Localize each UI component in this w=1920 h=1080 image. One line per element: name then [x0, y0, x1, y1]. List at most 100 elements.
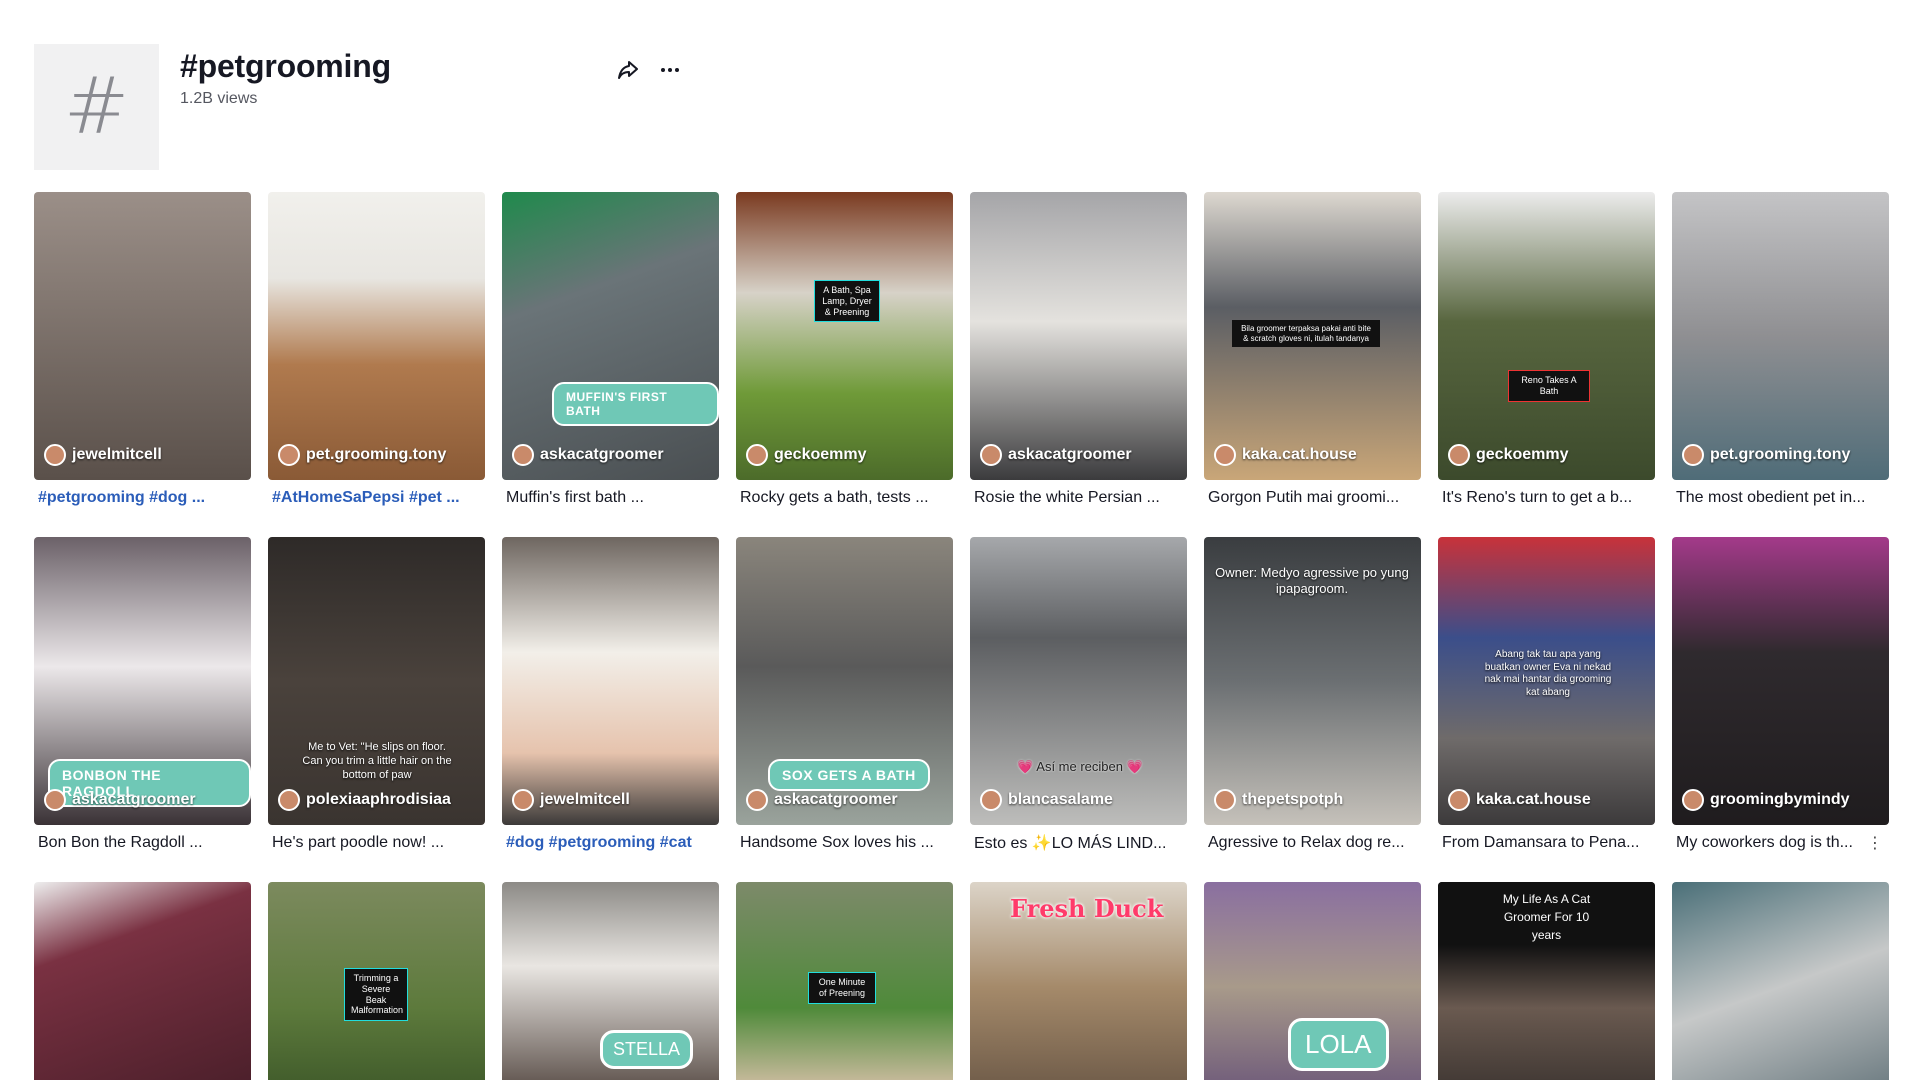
video-card[interactable]: [1672, 882, 1889, 1080]
hashtag-glyph-icon: #: [63, 62, 130, 152]
video-caption[interactable]: #dog #petgrooming #cat: [502, 825, 719, 860]
video-caption[interactable]: Esto es ✨LO MÁS LIND...: [970, 825, 1187, 860]
video-card[interactable]: MUFFIN'S FIRST BATH askacatgroomer Muffi…: [502, 192, 719, 515]
video-thumbnail[interactable]: pet.grooming.tony: [1672, 192, 1889, 480]
video-caption[interactable]: Gorgon Putih mai groomi...: [1204, 480, 1421, 515]
video-thumbnail[interactable]: A Bath, Spa Lamp, Dryer & Preening gecko…: [736, 192, 953, 480]
author-link[interactable]: kaka.cat.house: [1214, 444, 1357, 466]
video-thumbnail[interactable]: One Minute of Preening: [736, 882, 953, 1080]
video-thumbnail[interactable]: Fresh Duck: [970, 882, 1187, 1080]
video-overlay-label: Owner: Medyo agressive po yung ipapagroo…: [1215, 565, 1409, 597]
more-options-button[interactable]: [654, 54, 686, 86]
video-card[interactable]: jewelmitcell #dog #petgrooming #cat: [502, 537, 719, 860]
video-overlay-label: MUFFIN'S FIRST BATH: [552, 382, 719, 426]
video-overlay-label: Abang tak tau apa yang buatkan owner Eva…: [1484, 649, 1612, 698]
video-card[interactable]: pet.grooming.tony #AtHomeSaPepsi #pet ..…: [268, 192, 485, 515]
video-caption[interactable]: The most obedient pet in...: [1672, 480, 1889, 515]
video-overlay-label: SOX GETS A BATH: [768, 759, 930, 791]
author-link[interactable]: blancasalame: [980, 789, 1113, 811]
video-caption[interactable]: Rosie the white Persian ...: [970, 480, 1187, 515]
video-thumbnail[interactable]: Me to Vet: "He slips on floor. Can you t…: [268, 537, 485, 825]
video-thumbnail[interactable]: groomingbymindy: [1672, 537, 1889, 825]
video-caption[interactable]: He's part poodle now! ...: [268, 825, 485, 860]
video-grid: jewelmitcell #petgrooming #dog ... pet.g…: [34, 192, 1889, 1080]
video-caption[interactable]: Rocky gets a bath, tests ...: [736, 480, 953, 515]
video-card[interactable]: jewelmitcell #petgrooming #dog ...: [34, 192, 251, 515]
video-thumbnail[interactable]: LOLA: [1204, 882, 1421, 1080]
author-link[interactable]: jewelmitcell: [44, 444, 162, 466]
video-card[interactable]: SOX GETS A BATH askacatgroomer Handsome …: [736, 537, 953, 860]
video-caption[interactable]: Muffin's first bath ...: [502, 480, 719, 515]
video-thumbnail[interactable]: jewelmitcell: [34, 192, 251, 480]
more-vertical-icon[interactable]: ⋮: [1867, 833, 1889, 853]
video-overlay-label: Fresh Duck: [1010, 894, 1164, 923]
author-link[interactable]: askacatgroomer: [512, 444, 664, 466]
video-card[interactable]: Fresh Duck: [970, 882, 1187, 1080]
avatar: [1448, 444, 1470, 466]
video-card[interactable]: My Life As A Cat Groomer For 10 years: [1438, 882, 1655, 1080]
video-thumbnail[interactable]: MUFFIN'S FIRST BATH askacatgroomer: [502, 192, 719, 480]
video-card[interactable]: LOLA: [1204, 882, 1421, 1080]
avatar: [980, 444, 1002, 466]
author-link[interactable]: groomingbymindy: [1682, 789, 1850, 811]
avatar: [980, 789, 1002, 811]
video-overlay-label: My Life As A Cat Groomer For 10 years: [1438, 882, 1655, 944]
share-button[interactable]: [612, 54, 644, 86]
video-card[interactable]: Bila groomer terpaksa pakai anti bite & …: [1204, 192, 1421, 515]
author-link[interactable]: jewelmitcell: [512, 789, 630, 811]
video-thumbnail[interactable]: Abang tak tau apa yang buatkan owner Eva…: [1438, 537, 1655, 825]
video-card[interactable]: pet.grooming.tony The most obedient pet …: [1672, 192, 1889, 515]
video-thumbnail[interactable]: 💗 Así me reciben 💗 blancasalame: [970, 537, 1187, 825]
video-card[interactable]: A Bath, Spa Lamp, Dryer & Preening gecko…: [736, 192, 953, 515]
video-card[interactable]: groomingbymindy My coworkers dog is th..…: [1672, 537, 1889, 860]
video-overlay-label: LOLA: [1288, 1018, 1389, 1071]
avatar: [1214, 444, 1236, 466]
video-caption[interactable]: Handsome Sox loves his ...: [736, 825, 953, 860]
video-caption[interactable]: It's Reno's turn to get a b...: [1438, 480, 1655, 515]
video-thumbnail[interactable]: Trimming a Severe Beak Malformation: [268, 882, 485, 1080]
author-link[interactable]: pet.grooming.tony: [278, 444, 446, 466]
author-link[interactable]: geckoemmy: [1448, 444, 1569, 466]
video-caption[interactable]: Bon Bon the Ragdoll ...: [34, 825, 251, 860]
video-overlay-label: A Bath, Spa Lamp, Dryer & Preening: [814, 280, 880, 323]
video-card[interactable]: Reno Takes A Bath geckoemmy It's Reno's …: [1438, 192, 1655, 515]
avatar: [1682, 789, 1704, 811]
video-card[interactable]: 💗 Así me reciben 💗 blancasalame Esto es …: [970, 537, 1187, 860]
video-caption[interactable]: #AtHomeSaPepsi #pet ...: [268, 480, 485, 515]
video-card[interactable]: Owner: Medyo agressive po yung ipapagroo…: [1204, 537, 1421, 860]
author-link[interactable]: askacatgroomer: [746, 789, 898, 811]
author-link[interactable]: thepetspotph: [1214, 789, 1343, 811]
video-thumbnail[interactable]: jewelmitcell: [502, 537, 719, 825]
video-card[interactable]: One Minute of Preening: [736, 882, 953, 1080]
video-card[interactable]: BONBON THE RAGDOLL askacatgroomer Bon Bo…: [34, 537, 251, 860]
video-caption[interactable]: From Damansara to Pena...: [1438, 825, 1655, 860]
author-link[interactable]: pet.grooming.tony: [1682, 444, 1850, 466]
video-thumbnail[interactable]: Reno Takes A Bath geckoemmy: [1438, 192, 1655, 480]
video-caption[interactable]: #petgrooming #dog ...: [34, 480, 251, 515]
video-card[interactable]: askacatgroomer Rosie the white Persian .…: [970, 192, 1187, 515]
video-caption[interactable]: My coworkers dog is th... ⋮: [1672, 825, 1889, 860]
author-link[interactable]: askacatgroomer: [44, 789, 196, 811]
video-thumbnail[interactable]: Owner: Medyo agressive po yung ipapagroo…: [1204, 537, 1421, 825]
author-link[interactable]: askacatgroomer: [980, 444, 1132, 466]
video-card[interactable]: Abang tak tau apa yang buatkan owner Eva…: [1438, 537, 1655, 860]
avatar: [44, 444, 66, 466]
video-thumbnail[interactable]: pet.grooming.tony: [268, 192, 485, 480]
video-thumbnail[interactable]: [1672, 882, 1889, 1080]
author-link[interactable]: polexiaaphrodisiaa: [278, 789, 451, 811]
video-thumbnail[interactable]: STELLA: [502, 882, 719, 1080]
video-card[interactable]: Trimming a Severe Beak Malformation: [268, 882, 485, 1080]
avatar: [1448, 789, 1470, 811]
video-thumbnail[interactable]: [34, 882, 251, 1080]
video-card[interactable]: Me to Vet: "He slips on floor. Can you t…: [268, 537, 485, 860]
video-card[interactable]: [34, 882, 251, 1080]
video-thumbnail[interactable]: My Life As A Cat Groomer For 10 years: [1438, 882, 1655, 1080]
video-caption[interactable]: Agressive to Relax dog re...: [1204, 825, 1421, 860]
video-thumbnail[interactable]: SOX GETS A BATH askacatgroomer: [736, 537, 953, 825]
video-card[interactable]: STELLA: [502, 882, 719, 1080]
author-link[interactable]: kaka.cat.house: [1448, 789, 1591, 811]
video-thumbnail[interactable]: Bila groomer terpaksa pakai anti bite & …: [1204, 192, 1421, 480]
video-thumbnail[interactable]: askacatgroomer: [970, 192, 1187, 480]
video-thumbnail[interactable]: BONBON THE RAGDOLL askacatgroomer: [34, 537, 251, 825]
author-link[interactable]: geckoemmy: [746, 444, 867, 466]
